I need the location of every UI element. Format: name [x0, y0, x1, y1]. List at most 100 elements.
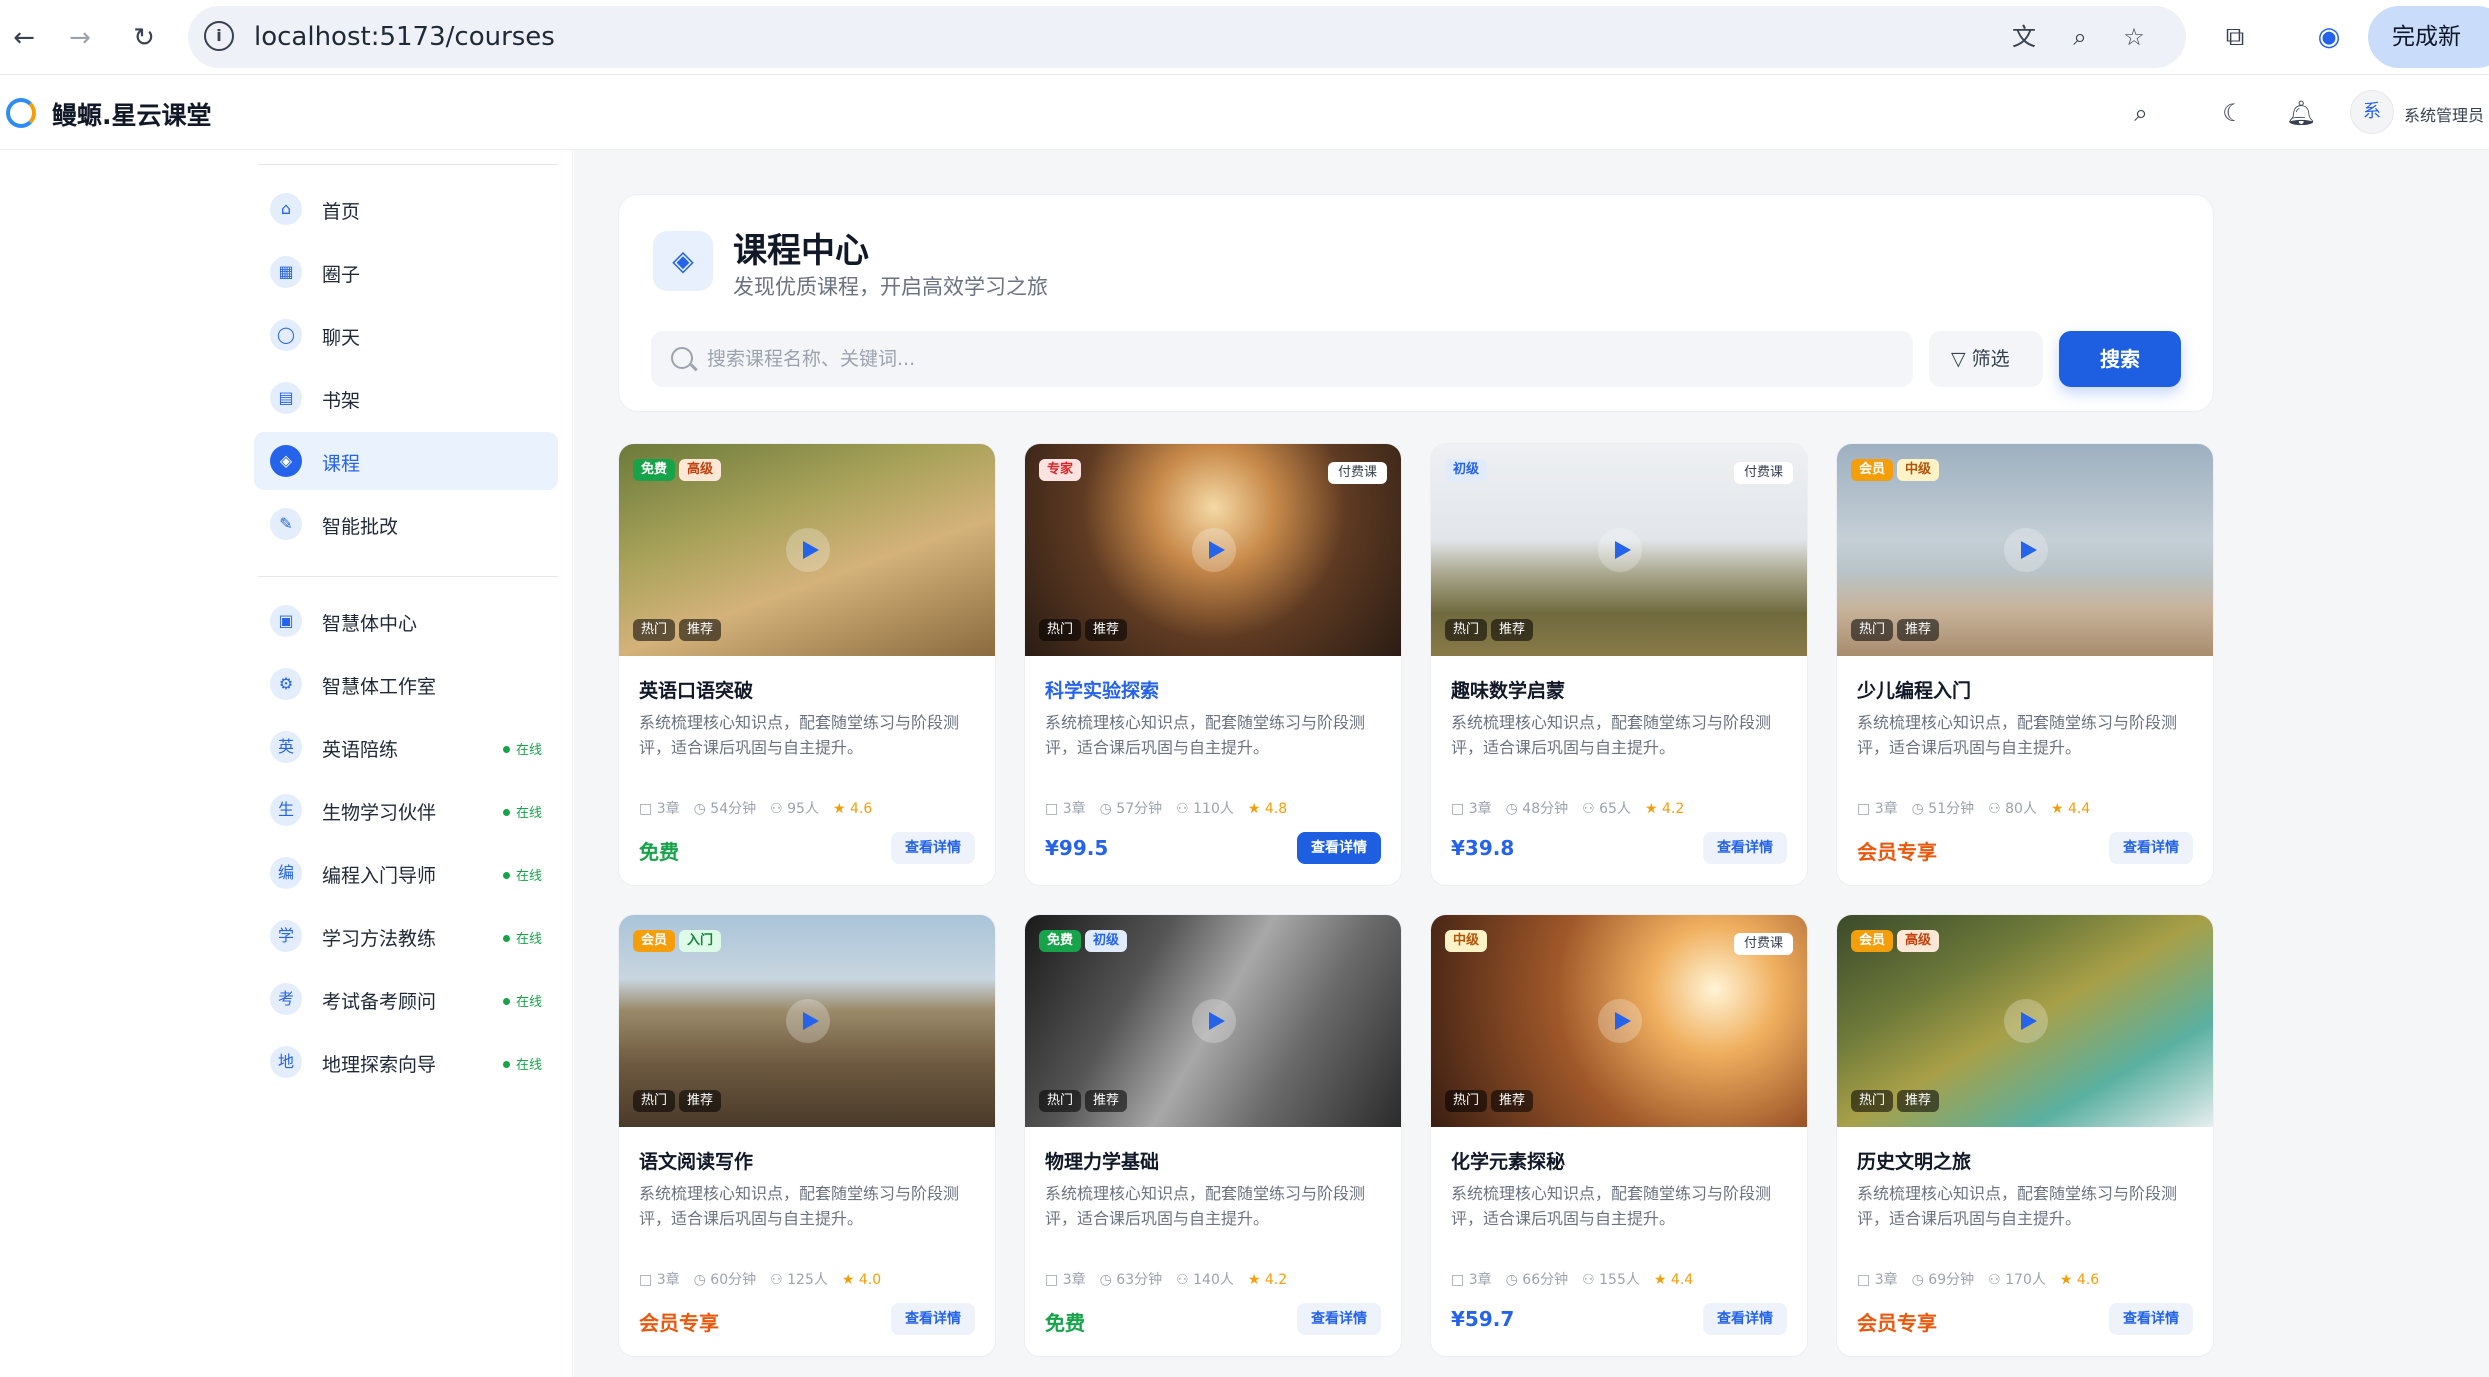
course-tags: 中级 [1445, 929, 1491, 952]
profile-icon[interactable]: ◉ [2310, 18, 2348, 56]
sidebar-item[interactable]: ✎ 智能批改 [254, 495, 558, 553]
search-input[interactable] [707, 331, 1887, 387]
course-title[interactable]: 物理力学基础 [1045, 1147, 1159, 1174]
hot-tag: 热门 [1445, 1090, 1488, 1112]
left-gutter [0, 150, 240, 1377]
sidebar-item[interactable]: ▤ 书架 [254, 369, 558, 427]
play-icon[interactable] [786, 999, 830, 1043]
url-text[interactable]: localhost:5173/courses [254, 22, 555, 52]
users-stat: ⚇ 170人 [1988, 1272, 2046, 1288]
back-icon[interactable]: ← [4, 18, 44, 58]
users-icon: ⚇ [1988, 801, 2006, 817]
students-value: 125人 [787, 1272, 828, 1288]
users-stat: ⚇ 140人 [1176, 1272, 1234, 1288]
reload-icon[interactable]: ↻ [124, 18, 164, 58]
course-card[interactable]: 中级 付费课 热门 推荐 化学元素探秘 系统梳理核心知识点，配套随堂练习与阶段测评，适合课… [1430, 914, 1808, 1357]
filter-button[interactable]: ▽ 筛选 [1929, 331, 2043, 387]
course-title[interactable]: 化学元素探秘 [1451, 1147, 1565, 1174]
sidebar-item[interactable]: 编编程入门导师 在线 [254, 844, 558, 902]
sidebar-item[interactable]: ⚙ 智慧体工作室 [254, 655, 558, 713]
course-title[interactable]: 语文阅读写作 [639, 1147, 753, 1174]
course-card[interactable]: 专家 付费课 热门 推荐 科学实验探索 系统梳理核心知识点，配套随堂练习与阶段测评，适合课… [1024, 443, 1402, 886]
students-value: 80人 [2005, 801, 2037, 817]
sidebar-item[interactable]: ⌂ 首页 [254, 180, 558, 238]
course-card[interactable]: 会员 中级 热门 推荐 少儿编程入门 系统梳理核心知识点，配套随堂练习与阶段测评，适合课后… [1836, 443, 2214, 886]
search-button[interactable]: 搜索 [2059, 331, 2181, 387]
star-icon: ★ [2050, 801, 2068, 817]
paid-course-tag: 付费课 [1733, 462, 1793, 484]
view-details-button[interactable]: 查看详情 [891, 1303, 975, 1335]
sidebar-item-label: 圈子 [322, 264, 361, 286]
site-info-icon[interactable]: i [204, 21, 234, 51]
course-title[interactable]: 少儿编程入门 [1857, 676, 1971, 703]
view-details-button[interactable]: 查看详情 [2109, 1303, 2193, 1335]
users-stat: ⚇ 95人 [770, 801, 819, 817]
view-details-button[interactable]: 查看详情 [1297, 1303, 1381, 1335]
users-stat: ⚇ 80人 [1988, 801, 2037, 817]
course-title[interactable]: 科学实验探索 [1045, 676, 1159, 703]
course-card[interactable]: 会员 入门 热门 推荐 语文阅读写作 系统梳理核心知识点，配套随堂练习与阶段测评，适合课后… [618, 914, 996, 1357]
play-icon[interactable] [1192, 999, 1236, 1043]
play-icon[interactable] [786, 528, 830, 572]
dark-mode-icon[interactable]: ☾ [2216, 96, 2250, 130]
clock-icon: ◷ [1911, 1272, 1929, 1288]
page-subtitle: 发现优质课程，开启高效学习之旅 [733, 275, 1048, 299]
hot-tag: 热门 [633, 1090, 676, 1112]
course-meta: □ 3章 ◷ 54分钟 ⚇ 95人 ★ 4.6 [639, 798, 886, 818]
course-card[interactable]: 会员 高级 热门 推荐 历史文明之旅 系统梳理核心知识点，配套随堂练习与阶段测评，适合课后… [1836, 914, 2214, 1357]
forward-icon[interactable]: → [60, 18, 100, 58]
course-tags: 免费 高级 [633, 458, 725, 481]
translate-icon[interactable]: 文 [2008, 21, 2040, 53]
view-details-button[interactable]: 查看详情 [1703, 832, 1787, 864]
address-bar[interactable]: i localhost:5173/courses 文 ⌕ ☆ [188, 6, 2186, 68]
graduation-cap-icon: ◈ [653, 231, 713, 291]
play-icon[interactable] [2004, 528, 2048, 572]
view-details-button[interactable]: 查看详情 [1703, 1303, 1787, 1335]
sidebar-item[interactable]: ◈ 课程 [254, 432, 558, 490]
course-description: 系统梳理核心知识点，配套随堂练习与阶段测评，适合课后巩固与自主提升。 [1045, 1184, 1366, 1228]
course-card[interactable]: 免费 初级 热门 推荐 物理力学基础 系统梳理核心知识点，配套随堂练习与阶段测评，适合课后… [1024, 914, 1402, 1357]
users-icon: ⚇ [1176, 1272, 1194, 1288]
bookmark-star-icon[interactable]: ☆ [2118, 21, 2150, 53]
sidebar-item[interactable]: 学学习方法教练 在线 [254, 907, 558, 965]
view-details-button[interactable]: 查看详情 [2109, 832, 2193, 864]
play-icon[interactable] [2004, 999, 2048, 1043]
sidebar-item[interactable]: 生生物学习伙伴 在线 [254, 781, 558, 839]
view-details-button[interactable]: 查看详情 [1297, 832, 1381, 864]
main-content: ◈ 课程中心 发现优质课程，开启高效学习之旅 ▽ 筛选 搜索 免费高级热门推荐英… [574, 150, 2489, 1377]
update-button[interactable]: 完成新 [2368, 6, 2489, 68]
sidebar-item[interactable]: ◯ 聊天 [254, 306, 558, 364]
course-card[interactable]: 免费 高级 热门 推荐 英语口语突破 系统梳理核心知识点，配套随堂练习与阶段测评，适合课后… [618, 443, 996, 886]
sidebar-item-label: 英语陪练 [322, 739, 399, 761]
chat-icon: ◯ [270, 319, 302, 351]
sidebar-item[interactable]: ▦ 圈子 [254, 243, 558, 301]
sidebar-item[interactable]: ▣ 智慧体中心 [254, 592, 558, 650]
chapters-value: 3章 [1062, 1272, 1086, 1288]
sidebar-item-label: 智慧体中心 [322, 613, 418, 635]
play-icon[interactable] [1598, 999, 1642, 1043]
sidebar-item[interactable]: 英英语陪练 在线 [254, 718, 558, 776]
book-icon: □ [639, 801, 657, 817]
course-price: 免费 [639, 840, 679, 864]
zoom-icon[interactable]: ⌕ [2064, 21, 2096, 53]
view-details-button[interactable]: 查看详情 [891, 832, 975, 864]
sidebar-item[interactable]: 考考试备考顾问 在线 [254, 970, 558, 1028]
search-icon[interactable]: ⌕ [2124, 96, 2158, 130]
course-title[interactable]: 趣味数学启蒙 [1451, 676, 1565, 703]
course-card[interactable]: 初级 付费课 热门 推荐 趣味数学启蒙 系统梳理核心知识点，配套随堂练习与阶段测评，适合课… [1430, 443, 1808, 886]
notification-bell-icon[interactable]: 🔔︎ [2284, 96, 2318, 130]
browser-toolbar: ← → ↻ i localhost:5173/courses 文 ⌕ ☆ ⧉ ◉… [0, 0, 2489, 75]
play-icon[interactable] [1192, 528, 1236, 572]
course-title[interactable]: 历史文明之旅 [1857, 1147, 1971, 1174]
play-icon[interactable] [1598, 528, 1642, 572]
chapters-value: 3章 [656, 1272, 680, 1288]
search-box[interactable] [651, 331, 1913, 387]
online-status: 在线 [503, 739, 542, 758]
user-name[interactable]: 系统管理员 [2404, 102, 2484, 126]
extensions-icon[interactable]: ⧉ [2216, 18, 2254, 56]
filter-icon: ▽ [1951, 348, 1966, 370]
sidebar-item[interactable]: 地地理探索向导 在线 [254, 1033, 558, 1091]
star-stat: ★ 4.4 [1654, 1272, 1693, 1288]
course-title[interactable]: 英语口语突破 [639, 676, 753, 703]
avatar[interactable]: 系 [2350, 90, 2394, 134]
